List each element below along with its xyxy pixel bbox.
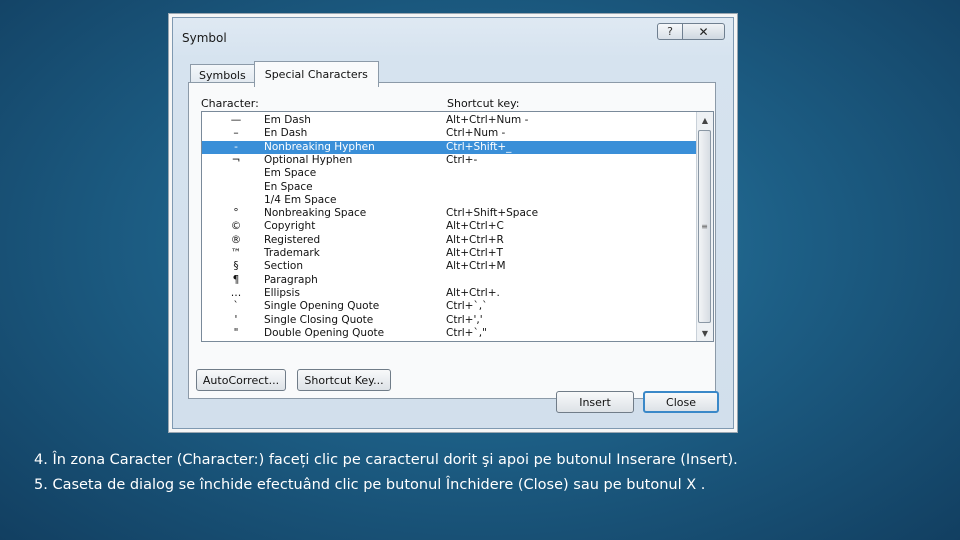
shortcut-key-button[interactable]: Shortcut Key... xyxy=(297,369,391,391)
row-name: 1/4 Em Space xyxy=(264,193,337,206)
row-name: Double Opening Quote xyxy=(264,326,385,339)
row-name: Single Closing Quote xyxy=(264,313,374,326)
list-scrollbar[interactable]: ▲ ≡ ▼ xyxy=(696,112,713,341)
row-symbol: ¶ xyxy=(232,273,240,286)
caption-step-4: 4. În zona Caracter (Character:) faceți … xyxy=(34,452,738,468)
row-shortcut: Ctrl+`,` xyxy=(446,300,488,313)
row-symbol: … xyxy=(230,286,242,299)
scroll-up-icon[interactable]: ▲ xyxy=(697,112,713,128)
row-name: En Dash xyxy=(264,127,308,140)
row-name: Em Dash xyxy=(264,114,311,126)
row-name: Optional Hyphen xyxy=(264,153,353,166)
list-row[interactable]: – En Dash Ctrl+Num - xyxy=(202,127,697,140)
row-shortcut: Ctrl+Shift+Space xyxy=(446,207,539,220)
row-symbol: ™ xyxy=(230,247,242,259)
list-row[interactable]: ° Nonbreaking Space Ctrl+Shift+Space xyxy=(202,207,697,220)
row-shortcut: Ctrl+`," xyxy=(446,326,487,339)
list-row[interactable]: ® Registered Alt+Ctrl+R xyxy=(202,234,697,247)
scroll-thumb[interactable]: ≡ xyxy=(698,130,711,323)
list-row[interactable]: ` Single Opening Quote Ctrl+`,` xyxy=(202,300,697,313)
list-row[interactable]: ™ Trademark Alt+Ctrl+T xyxy=(202,247,697,260)
insert-button[interactable]: Insert xyxy=(556,391,634,413)
special-characters-panel: Character: Shortcut key: " Double Opening… xyxy=(188,82,716,399)
list-row[interactable]: 1/4 Em Space xyxy=(202,194,697,207)
help-button[interactable]: ? xyxy=(657,23,683,40)
close-icon: ✕ xyxy=(698,24,709,39)
list-row[interactable]: En Space xyxy=(202,181,697,194)
row-name: Registered xyxy=(264,233,321,246)
screenshot-frame: Symbol ? ✕ Symbols Special Characters Ch… xyxy=(168,13,738,433)
row-shortcut: Alt+Ctrl+. xyxy=(446,286,500,299)
row-symbol: ' xyxy=(234,313,238,326)
row-symbol: © xyxy=(230,220,242,233)
row-name: Em Space xyxy=(264,167,317,180)
close-button[interactable]: Close xyxy=(643,391,719,413)
tab-special-characters[interactable]: Special Characters xyxy=(253,61,379,87)
close-x-button[interactable]: ✕ xyxy=(683,23,725,40)
row-shortcut: Alt+Ctrl+M xyxy=(446,260,506,273)
row-name: En Space xyxy=(264,180,313,193)
autocorrect-button[interactable]: AutoCorrect... xyxy=(196,369,286,391)
scroll-down-icon[interactable]: ▼ xyxy=(697,325,713,341)
row-name: Trademark xyxy=(264,247,320,259)
column-header-character: Character: xyxy=(201,97,259,110)
row-symbol: ® xyxy=(230,233,242,246)
row-shortcut: Alt+Ctrl+R xyxy=(446,233,504,246)
symbol-dialog: Symbol ? ✕ Symbols Special Characters Ch… xyxy=(172,17,734,429)
row-symbol: – xyxy=(233,127,239,140)
row-symbol: " xyxy=(233,326,239,339)
row-shortcut: Alt+Ctrl+Num - xyxy=(446,114,529,126)
list-row[interactable]: ¬ Optional Hyphen Ctrl+- xyxy=(202,154,697,167)
list-row[interactable]: © Copyright Alt+Ctrl+C xyxy=(202,220,697,233)
row-shortcut: Ctrl+Num - xyxy=(446,127,506,140)
list-row[interactable]: … Ellipsis Alt+Ctrl+. xyxy=(202,287,697,300)
row-symbol: ° xyxy=(233,207,239,220)
title-bar-controls: ? ✕ xyxy=(657,23,725,40)
column-header-shortcut: Shortcut key: xyxy=(447,97,520,110)
row-symbol: § xyxy=(233,260,239,273)
row-name: Ellipsis xyxy=(264,286,300,299)
row-symbol: — xyxy=(230,114,242,126)
row-name: Section xyxy=(264,260,304,273)
list-row[interactable]: " Double Opening Quote Ctrl+`," xyxy=(202,327,697,340)
list-row[interactable]: — Em Dash Alt+Ctrl+Num - xyxy=(202,114,697,127)
row-shortcut: Alt+Ctrl+C xyxy=(446,220,504,233)
row-shortcut: Alt+Ctrl+T xyxy=(446,247,503,259)
grip-icon: ≡ xyxy=(701,222,708,231)
row-name: Nonbreaking Space xyxy=(264,207,367,220)
list-row[interactable]: ¶ Paragraph xyxy=(202,274,697,287)
row-shortcut: Ctrl+- xyxy=(446,153,478,166)
list-row[interactable]: - Nonbreaking Hyphen Ctrl+Shift+_ xyxy=(202,140,697,154)
caption-step-5: 5. Caseta de dialog se închide efectuând… xyxy=(34,477,706,493)
list-row[interactable]: Em Space xyxy=(202,167,697,180)
dialog-title: Symbol xyxy=(182,31,227,45)
row-name: Nonbreaking Hyphen xyxy=(264,140,375,153)
list-row[interactable]: § Section Alt+Ctrl+M xyxy=(202,260,697,273)
row-symbol: ` xyxy=(233,300,239,313)
row-symbol: ¬ xyxy=(231,153,241,166)
list-row[interactable]: ' Single Closing Quote Ctrl+',' xyxy=(202,314,697,327)
row-name: Paragraph xyxy=(264,273,318,286)
row-name: Single Opening Quote xyxy=(264,300,380,313)
row-shortcut: Ctrl+',' xyxy=(446,313,483,326)
row-name: Copyright xyxy=(264,220,316,233)
row-symbol: - xyxy=(234,140,238,153)
special-characters-list[interactable]: " Double Opening Quote Ctrl+`," ' Single Clo… xyxy=(201,111,714,342)
row-shortcut: Ctrl+Shift+_ xyxy=(446,140,512,153)
